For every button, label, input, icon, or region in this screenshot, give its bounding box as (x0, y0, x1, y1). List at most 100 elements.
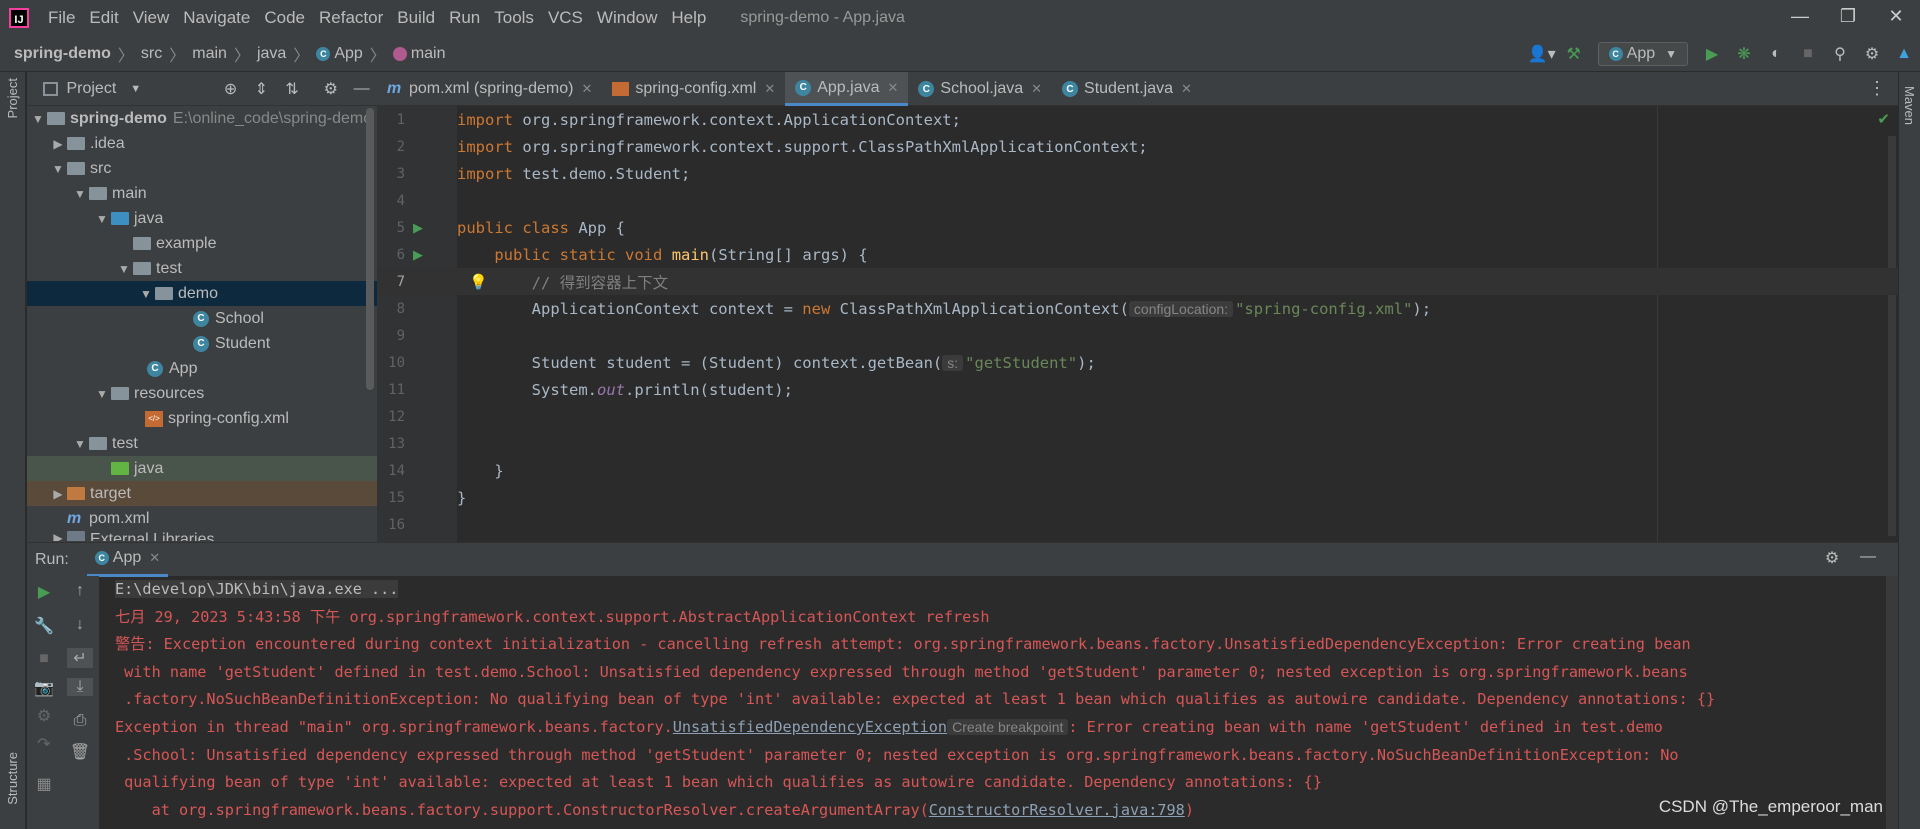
tree-item-spring-demo[interactable]: ▼ spring-demo E:\online_code\spring-demo (27, 106, 377, 131)
tree-item-app[interactable]: C App (27, 356, 377, 381)
close-icon[interactable]: ✕ (1031, 81, 1042, 97)
tree-item-demo[interactable]: ▼ demo (27, 281, 377, 306)
soft-wrap-icon[interactable]: ↵ (67, 648, 93, 668)
hide-panel-icon[interactable]: — (348, 80, 375, 98)
tree-item-main[interactable]: ▼ main (27, 181, 377, 206)
chevron-down-icon[interactable]: ▼ (137, 287, 155, 301)
chevron-right-icon[interactable]: ▶ (49, 137, 67, 151)
close-icon[interactable]: ✕ (581, 81, 592, 97)
scroll-down-icon[interactable]: ↓ (67, 616, 93, 634)
run-icon[interactable]: ▶ (1698, 44, 1726, 64)
tree-item-resources[interactable]: ▼ resources (27, 381, 377, 406)
breadcrumb-app[interactable]: C App (316, 45, 363, 63)
run-config-select[interactable]: C App ▼ (1597, 42, 1688, 66)
close-window-icon[interactable]: ✕ (1876, 6, 1916, 27)
trash-icon[interactable]: 🗑 (67, 742, 93, 762)
menu-build[interactable]: Build (390, 8, 442, 28)
menu-file[interactable]: File (41, 8, 82, 28)
rerun-icon[interactable]: ▶ (31, 582, 57, 602)
create-breakpoint-hint[interactable]: Create breakpoint (947, 718, 1069, 735)
tree-item-src[interactable]: ▼ src (27, 156, 377, 181)
console-output[interactable]: E:\develop\JDK\bin\java.exe ... 七月 29, 2… (115, 576, 1898, 829)
menu-refactor[interactable]: Refactor (312, 8, 390, 28)
run-tab-app[interactable]: C App ✕ (86, 543, 169, 577)
collapse-all-icon[interactable]: ⇅ (279, 79, 306, 99)
close-icon[interactable]: ✕ (764, 81, 775, 97)
tree-item-spring-config[interactable]: </> spring-config.xml (27, 406, 377, 431)
jetbrains-toolbox-icon[interactable]: ▲ (1890, 45, 1918, 63)
tree-item-test[interactable]: ▼ test (27, 431, 377, 456)
tree-item-target[interactable]: ▶ target (27, 481, 377, 506)
chevron-down-icon[interactable]: ▼ (71, 437, 89, 451)
chevron-down-icon[interactable]: ▼ (49, 162, 67, 176)
camera-icon[interactable]: 📷 (31, 678, 57, 698)
tree-item-idea[interactable]: ▶ .idea (27, 131, 377, 156)
exception-link[interactable]: UnsatisfiedDependencyException (673, 718, 947, 736)
tree-item-example[interactable]: example (27, 231, 377, 256)
minimize-icon[interactable]: — (1780, 6, 1820, 27)
menu-run[interactable]: Run (442, 8, 487, 28)
close-icon[interactable]: ✕ (1181, 81, 1192, 97)
chevron-right-icon[interactable]: ▶ (49, 531, 67, 541)
tab-school-java[interactable]: C School.java ✕ (908, 72, 1052, 106)
menu-vcs[interactable]: VCS (541, 8, 590, 28)
project-tool-label[interactable]: Project (5, 78, 20, 118)
breadcrumb-src[interactable]: src (141, 45, 162, 63)
tree-item-school[interactable]: C School (27, 306, 377, 331)
search-icon[interactable]: ⚲ (1826, 44, 1854, 64)
tab-student-java[interactable]: C Student.java ✕ (1052, 72, 1202, 106)
debug-bug-icon[interactable]: ❋ (1730, 44, 1758, 64)
tree-item-external-libraries[interactable]: ▶ External Libraries (27, 531, 377, 541)
menu-tools[interactable]: Tools (487, 8, 541, 28)
restore-icon[interactable]: ❐ (1828, 6, 1868, 27)
chevron-down-icon[interactable]: ▼ (29, 112, 47, 126)
expand-all-icon[interactable]: ⇕ (248, 79, 275, 99)
stop-icon[interactable]: ■ (31, 650, 57, 668)
wrench-icon[interactable]: 🔧 (31, 616, 57, 636)
gear-icon[interactable]: ⚙ (1818, 548, 1846, 568)
chevron-down-icon[interactable]: ▼ (115, 262, 133, 276)
chevron-down-icon[interactable]: ▼ (93, 212, 111, 226)
run-gutter-icon[interactable]: ▶ (413, 247, 423, 263)
gear-icon[interactable]: ⚙ (1858, 44, 1886, 64)
stop-icon[interactable]: ■ (1794, 45, 1822, 63)
close-icon[interactable]: ✕ (149, 550, 160, 566)
project-panel-title[interactable]: Project (66, 80, 116, 98)
layout-icon[interactable]: ▦ (31, 774, 57, 794)
scroll-up-icon[interactable]: ↑ (67, 582, 93, 600)
tree-scrollbar[interactable] (366, 108, 374, 390)
breadcrumb-java[interactable]: java (257, 45, 286, 63)
menu-navigate[interactable]: Navigate (176, 8, 257, 28)
menu-help[interactable]: Help (664, 8, 713, 28)
user-icon[interactable]: 👤▾ (1528, 44, 1556, 64)
tab-spring-config[interactable]: spring-config.xml ✕ (602, 72, 785, 106)
tree-item-test-package[interactable]: ▼ test (27, 256, 377, 281)
chevron-down-icon[interactable]: ▼ (93, 387, 111, 401)
menu-window[interactable]: Window (590, 8, 664, 28)
restore-layout-icon[interactable]: ⚙ (31, 706, 57, 726)
chevron-right-icon[interactable]: ▶ (49, 487, 67, 501)
chevron-down-icon[interactable]: ▼ (130, 83, 141, 95)
tree-item-test-java[interactable]: java (27, 456, 377, 481)
tab-app-java[interactable]: C App.java ✕ (785, 72, 909, 106)
console-scrollbar[interactable] (1886, 576, 1898, 829)
locate-icon[interactable]: ⊕ (217, 79, 244, 99)
chevron-down-icon[interactable]: ▼ (71, 187, 89, 201)
tree-item-student[interactable]: C Student (27, 331, 377, 356)
menu-code[interactable]: Code (257, 8, 312, 28)
breadcrumb-method[interactable]: main (392, 45, 446, 63)
tab-pom-xml[interactable]: m pom.xml (spring-demo) ✕ (377, 72, 602, 106)
scroll-to-end-icon[interactable]: ⤓ (67, 678, 93, 696)
gear-icon[interactable]: ⚙ (317, 79, 344, 99)
breadcrumb-main[interactable]: main (192, 45, 227, 63)
source-link[interactable]: ConstructorResolver.java:798 (929, 801, 1185, 819)
code-editor[interactable]: ✔ 1 import org.springframework.context.A… (377, 106, 1898, 542)
hide-panel-icon[interactable]: — (1854, 548, 1882, 566)
maven-tool-label[interactable]: Maven (1902, 86, 1917, 125)
tree-item-pom[interactable]: m pom.xml (27, 506, 377, 531)
structure-tool-label[interactable]: Structure (5, 752, 20, 805)
menu-edit[interactable]: Edit (82, 8, 125, 28)
print-icon[interactable]: ⎙ (67, 712, 93, 730)
tree-item-java[interactable]: ▼ java (27, 206, 377, 231)
more-tabs-icon[interactable]: ⋮ (1868, 78, 1886, 99)
